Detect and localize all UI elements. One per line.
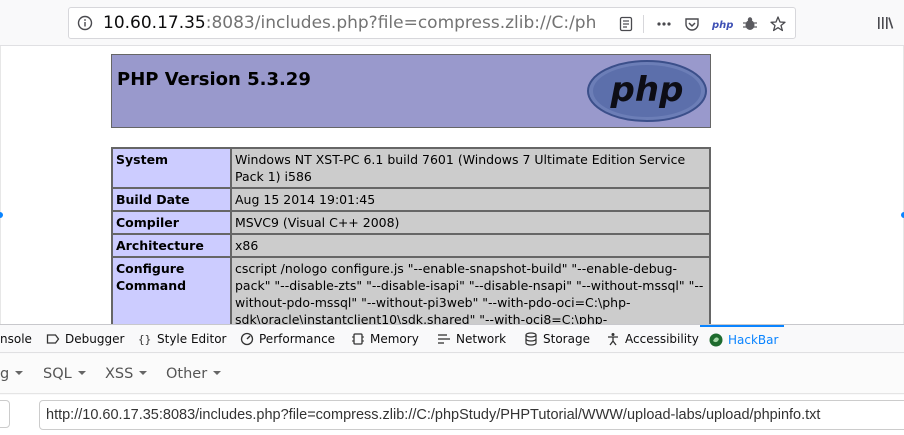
menu-label: Other <box>166 366 208 382</box>
tab-performance[interactable]: Performance <box>240 325 335 353</box>
php-extension-label: php <box>711 20 733 31</box>
url-path: :8083/includes.php?file=compress.zlib://… <box>205 13 597 33</box>
hackbar-menu-bar: g SQL XSS Other <box>0 354 904 394</box>
php-logo: php <box>587 60 707 122</box>
table-row: Configure Command cscript /nologo configu… <box>112 257 710 324</box>
row-key: Compiler <box>112 211 231 234</box>
bug-extension-icon[interactable] <box>741 15 759 33</box>
address-bar[interactable]: 10.60.17.35:8083/includes.php?file=compr… <box>68 7 796 39</box>
storage-icon <box>524 328 538 346</box>
table-row: Compiler MSVC9 (Visual C++ 2008) <box>112 211 710 234</box>
svg-text:{}: {} <box>138 333 151 346</box>
chevron-down-icon <box>139 371 148 375</box>
chevron-down-icon <box>77 371 86 375</box>
hackbar-menu-xss[interactable]: XSS <box>105 354 148 394</box>
tab-hackbar[interactable]: HackBar <box>700 325 784 353</box>
tab-style-editor[interactable]: {} Style Editor <box>138 325 226 353</box>
url-host: 10.60.17.35 <box>103 13 206 33</box>
info-icon[interactable] <box>77 15 93 31</box>
tab-network[interactable]: Network <box>437 325 506 353</box>
debugger-icon <box>46 328 60 344</box>
row-key: Configure Command <box>112 257 231 324</box>
browser-toolbar: 10.60.17.35:8083/includes.php?file=compr… <box>0 0 904 46</box>
row-key: Build Date <box>112 188 231 211</box>
devtools-tab-bar: nsole Debugger {} Style Editor Performanc… <box>0 325 904 353</box>
tab-accessibility[interactable]: Accessibility <box>606 325 699 353</box>
row-key: System <box>112 148 231 188</box>
page-left-edge <box>0 46 1 324</box>
performance-icon <box>240 328 254 346</box>
urlbar-divider <box>643 15 644 33</box>
row-value: x86 <box>231 234 710 257</box>
hackbar-icon <box>709 330 723 347</box>
bookmark-star-icon[interactable] <box>769 15 787 33</box>
phpinfo-header: PHP Version 5.3.29 php <box>111 54 711 128</box>
style-editor-icon: {} <box>138 328 152 346</box>
row-value: Windows NT XST-PC 6.1 build 7601 (Window… <box>231 148 710 188</box>
tab-label: Memory <box>370 332 419 346</box>
tab-console[interactable]: nsole <box>0 325 32 353</box>
menu-label: g <box>0 366 10 382</box>
row-value: cscript /nologo configure.js "--enable-s… <box>231 257 710 324</box>
menu-label: SQL <box>43 366 72 382</box>
phpinfo-table: System Windows NT XST-PC 6.1 build 7601 (… <box>111 147 711 324</box>
memory-icon <box>351 328 365 345</box>
tab-label: nsole <box>0 332 32 346</box>
row-value: MSVC9 (Visual C++ 2008) <box>231 211 710 234</box>
php-logo-text: php <box>610 70 684 110</box>
hackbar-menu-sql[interactable]: SQL <box>43 354 86 394</box>
accessibility-icon <box>606 328 620 346</box>
pocket-icon[interactable] <box>683 15 701 33</box>
tab-label: Style Editor <box>157 332 227 346</box>
library-icon[interactable] <box>876 14 894 32</box>
reader-view-icon[interactable] <box>617 15 635 33</box>
tab-memory[interactable]: Memory <box>351 325 419 353</box>
tab-label: Network <box>456 332 507 346</box>
tab-label: Storage <box>543 332 590 346</box>
menu-label: XSS <box>105 366 134 382</box>
hackbar-input-area: http://10.60.17.35:8083/includes.php?fil… <box>0 395 904 435</box>
tab-label: Performance <box>259 332 336 346</box>
chevron-down-icon <box>15 371 24 375</box>
more-actions-icon[interactable] <box>655 15 673 33</box>
page-title: PHP Version 5.3.29 <box>117 69 311 90</box>
devtools-panel: nsole Debugger {} Style Editor Performanc… <box>0 324 904 435</box>
network-icon <box>437 328 451 344</box>
row-key: Architecture <box>112 234 231 257</box>
hackbar-menu-encoding[interactable]: g <box>0 354 24 394</box>
web-page-content: PHP Version 5.3.29 php System Windows NT … <box>0 46 904 324</box>
table-row: Architecture x86 <box>112 234 710 257</box>
tab-label: Debugger <box>65 332 125 346</box>
hackbar-url-input[interactable]: http://10.60.17.35:8083/includes.php?fil… <box>39 400 904 430</box>
tab-label: Accessibility <box>625 332 699 346</box>
hackbar-menu-other[interactable]: Other <box>166 354 222 394</box>
hackbar-action-button[interactable] <box>0 400 10 428</box>
table-row: Build Date Aug 15 2014 19:01:45 <box>112 188 710 211</box>
table-row: System Windows NT XST-PC 6.1 build 7601 (… <box>112 148 710 188</box>
row-value: Aug 15 2014 19:01:45 <box>231 188 710 211</box>
address-bar-text[interactable]: 10.60.17.35:8083/includes.php?file=compr… <box>103 13 651 33</box>
tab-label: HackBar <box>728 333 779 347</box>
tab-debugger[interactable]: Debugger <box>46 325 124 353</box>
chevron-down-icon <box>213 371 222 375</box>
tab-storage[interactable]: Storage <box>524 325 590 353</box>
php-extension-icon[interactable]: php <box>711 15 733 33</box>
